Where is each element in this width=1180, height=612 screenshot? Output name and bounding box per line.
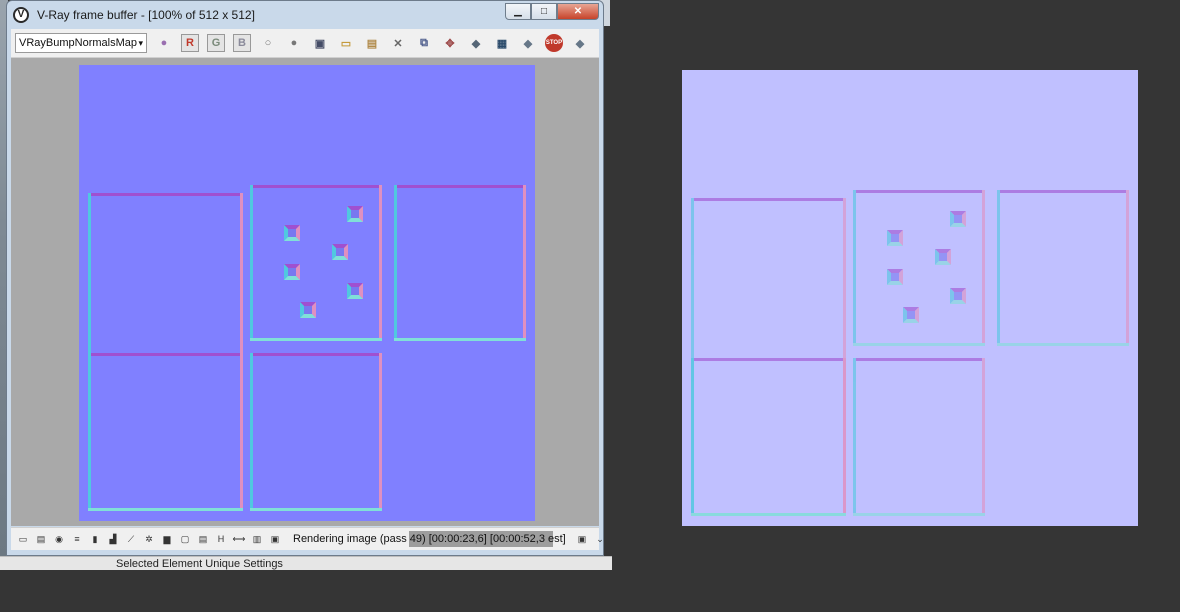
chevron-down-icon: ▾: [138, 38, 143, 48]
vray-frame-buffer-window: V V-Ray frame buffer - [100% of 512 x 51…: [6, 0, 604, 556]
normal-map-preview: [691, 190, 1129, 516]
render-region-icon[interactable]: ◆: [467, 34, 485, 52]
load-icon[interactable]: ▭: [337, 34, 355, 52]
uv-panel-5: [853, 358, 985, 516]
uv-panel-3: [997, 190, 1129, 346]
red-channel-icon[interactable]: R: [181, 34, 199, 52]
maximize-button[interactable]: □: [531, 3, 557, 20]
bump-6: [903, 307, 919, 323]
status-bar-buttons: ▭ ▤ ◉ ≡ ▮ ▟ ⟋ ✲ ▆ ▢ ▤ H ⟷ ▥ ▣: [11, 533, 281, 545]
render-last-icon[interactable]: ◆: [519, 34, 537, 52]
gray-sphere-icon[interactable]: ●: [285, 34, 303, 52]
render-status-suffix: 9) [00:00:23,6] [00:00:52,3 est]: [415, 533, 566, 545]
render-icon[interactable]: ◆: [571, 34, 589, 52]
bump-5: [347, 283, 363, 299]
uv-panel-4: [691, 358, 846, 516]
normal-map-render: [88, 185, 526, 511]
toolbar-buttons: ● R G B ○ ● ▣ ▭ ▤ ✕ ⧉ ✥ ◆ ▦ ◆ STOP ◆: [147, 34, 589, 52]
title-bar[interactable]: V V-Ray frame buffer - [100% of 512 x 51…: [7, 1, 603, 29]
background-settings-panel: Selected Element Unique Settings: [0, 556, 612, 570]
duplicate-icon[interactable]: ⧉: [415, 34, 433, 52]
track-mouse-icon[interactable]: ✥: [441, 34, 459, 52]
bump-3: [332, 244, 348, 260]
toolbar: VRayBumpNormalsMap ▾ ● R G B ○ ● ▣ ▭ ▤ ✕ ⧉ ✥ ◆ ▦ ◆ STOP…: [11, 29, 599, 58]
expand-icon[interactable]: ⌄: [596, 533, 604, 545]
curve-icon[interactable]: ⟋: [125, 533, 137, 545]
h-icon[interactable]: H: [215, 533, 227, 545]
exposure-icon[interactable]: ✲: [143, 533, 155, 545]
preview-image: [682, 70, 1138, 526]
bump-6: [300, 302, 316, 318]
close-button[interactable]: ✕: [557, 3, 599, 20]
window-controls: ▁ □ ✕: [505, 3, 599, 20]
info-icon[interactable]: ◉: [53, 533, 65, 545]
minimize-button[interactable]: ▁: [505, 3, 531, 20]
bump-3: [935, 249, 951, 265]
stop-icon[interactable]: STOP: [545, 34, 563, 52]
clipboard-icon[interactable]: ▤: [363, 34, 381, 52]
blue-channel-icon[interactable]: B: [233, 34, 251, 52]
ocio-icon[interactable]: ▤: [197, 533, 209, 545]
render-status-prefix: Rendering image (pass 4: [293, 533, 416, 545]
color-icon[interactable]: ▮: [89, 533, 101, 545]
bump-4: [284, 264, 300, 280]
render-status: Rendering image (pass 49) [00:00:23,6] […: [293, 531, 566, 547]
rendered-image: [79, 65, 535, 521]
render-element-value: VRayBumpNormalsMap: [19, 37, 137, 49]
levels-icon[interactable]: ≡: [71, 533, 83, 545]
bump-2: [887, 230, 903, 246]
uv-panel-5: [250, 353, 382, 511]
history-icon[interactable]: ▤: [35, 533, 47, 545]
show-corrections-icon[interactable]: ▭: [17, 533, 29, 545]
green-channel-icon[interactable]: G: [207, 34, 225, 52]
bump-1: [950, 211, 966, 227]
uv-panel-1: [88, 193, 243, 511]
status-bar: ▭ ▤ ◉ ≡ ▮ ▟ ⟋ ✲ ▆ ▢ ▤ H ⟷ ▥ ▣ Rendering image (pass 49…: [11, 527, 604, 550]
stamp-icon[interactable]: ▣: [269, 533, 281, 545]
folder-icon[interactable]: ▆: [161, 533, 173, 545]
clear-icon[interactable]: ✕: [389, 34, 407, 52]
histogram-icon[interactable]: ▟: [107, 533, 119, 545]
render-viewport[interactable]: [11, 58, 599, 526]
lut-icon[interactable]: ▢: [179, 533, 191, 545]
channels-icon[interactable]: ●: [155, 34, 173, 52]
white-sphere-icon[interactable]: ○: [259, 34, 277, 52]
uv-panel-4: [88, 353, 243, 511]
bump-2: [284, 225, 300, 241]
window-title: V-Ray frame buffer - [100% of 512 x 512]: [37, 8, 255, 22]
bump-1: [347, 206, 363, 222]
render-element-dropdown[interactable]: VRayBumpNormalsMap ▾: [15, 33, 147, 53]
vray-logo-icon: V: [13, 7, 29, 23]
bump-4: [887, 269, 903, 285]
save-icon[interactable]: ▣: [311, 34, 329, 52]
uv-panel-3: [394, 185, 526, 341]
flip-icon[interactable]: ⟷: [233, 533, 246, 545]
stop-render-icon[interactable]: ▣: [578, 533, 587, 545]
uv-panel-1: [691, 198, 846, 516]
bars-icon[interactable]: ▥: [251, 533, 263, 545]
region-icon[interactable]: ▦: [493, 34, 511, 52]
bump-5: [950, 288, 966, 304]
